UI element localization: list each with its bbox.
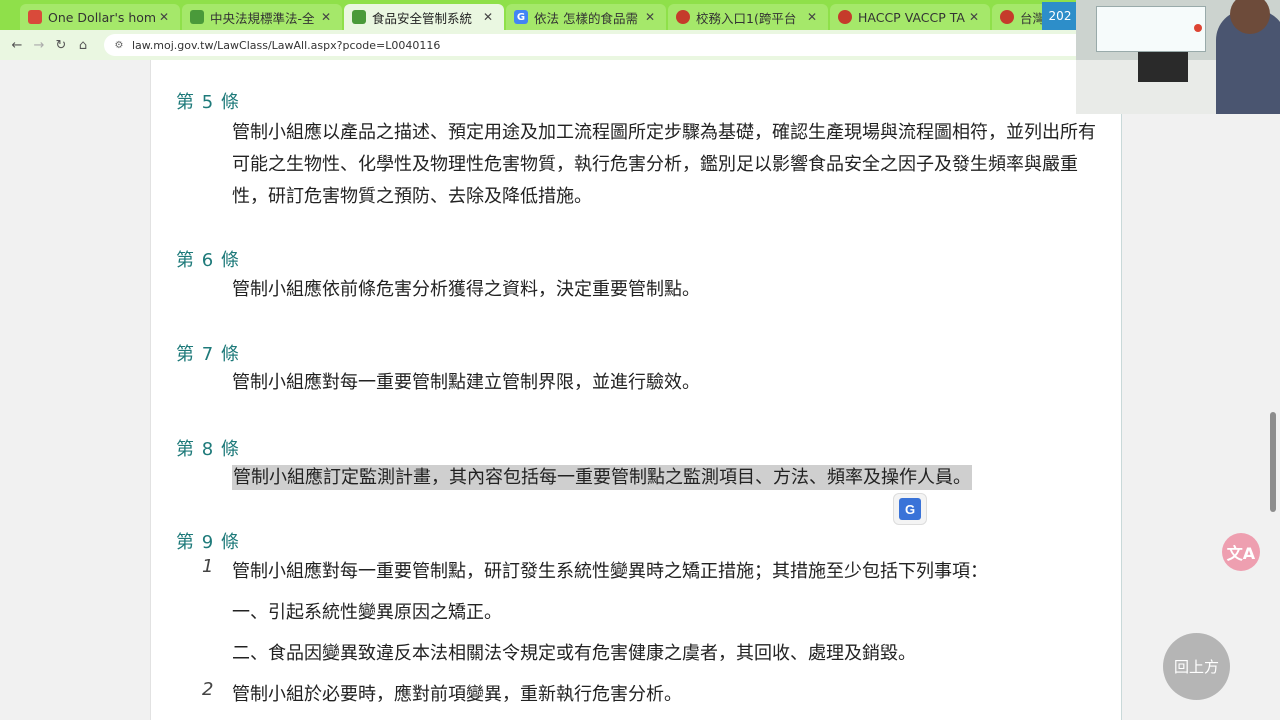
article-number-6: 第 6 條 bbox=[176, 250, 240, 271]
article-text-8: 管制小組應訂定監測計畫，其內容包括每一重要管制點之監測項目、方法、頻率及操作人員… bbox=[232, 462, 1097, 494]
google-translate-icon: G bbox=[899, 498, 921, 520]
equipment-box bbox=[1138, 52, 1188, 82]
tab-title: 依法 怎樣的食品需 bbox=[534, 10, 638, 26]
tab-title: 食品安全管制系統 bbox=[372, 10, 473, 26]
tab-title: HACCP VACCP TA bbox=[858, 9, 965, 25]
article-text-9-item-2: 管制小組於必要時，應對前項變異，重新執行危害分析。 bbox=[232, 684, 682, 705]
green-leaf-icon bbox=[190, 10, 204, 24]
tab-title: One Dollar's hom bbox=[48, 9, 156, 25]
article-text-9-sub-2: 二、食品因變異致違反本法相關法令規定或有危害健康之虞者，其回收、處理及銷毀。 bbox=[232, 643, 916, 664]
home-icon[interactable]: ⌂ bbox=[72, 34, 94, 56]
green-leaf-icon bbox=[352, 10, 366, 24]
red-circle-icon bbox=[1000, 10, 1014, 24]
address-bar[interactable]: ⚙ law.moj.gov.tw/LawClass/LawAll.aspx?pc… bbox=[104, 34, 1104, 56]
tab-title: 台灣通 bbox=[1020, 10, 1044, 26]
forward-icon[interactable]: → bbox=[28, 34, 50, 56]
site-info-icon[interactable]: ⚙ bbox=[112, 38, 126, 52]
tab-google-search[interactable]: G 依法 怎樣的食品需 ✕ bbox=[506, 4, 666, 30]
url-text: law.moj.gov.tw/LawClass/LawAll.aspx?pcod… bbox=[132, 38, 441, 52]
close-icon[interactable]: ✕ bbox=[804, 10, 820, 24]
date-badge: 202 bbox=[1042, 2, 1078, 30]
close-icon[interactable]: ✕ bbox=[966, 10, 982, 24]
translate-accessibility-button[interactable]: 文A bbox=[1222, 533, 1260, 571]
tab-haccp[interactable]: HACCP VACCP TA ✕ bbox=[830, 4, 990, 30]
red-circle-icon bbox=[676, 10, 690, 24]
article-text-9-item-1: 管制小組應對每一重要管制點，研訂發生系統性變異時之矯正措施；其措施至少包括下列事… bbox=[232, 561, 988, 582]
article-text-6: 管制小組應依前條危害分析獲得之資料，決定重要管制點。 bbox=[232, 279, 700, 300]
page-viewport: 第 5 條 管制小組應以產品之描述、預定用途及加工流程圖所定步驟為基礎，確認生產… bbox=[0, 60, 1280, 720]
back-to-top-button[interactable]: 回上方 bbox=[1163, 633, 1230, 700]
back-icon[interactable]: ← bbox=[6, 34, 28, 56]
article-number-5: 第 5 條 bbox=[176, 92, 240, 113]
tab-title: 中央法規標準法-全 bbox=[210, 10, 315, 26]
close-icon[interactable]: ✕ bbox=[480, 10, 496, 24]
tab-food-safety-active[interactable]: 食品安全管制系統 ✕ bbox=[344, 4, 504, 30]
article-number-7: 第 7 條 bbox=[176, 344, 240, 365]
article-text-9-sub-1: 一、引起系統性變異原因之矯正。 bbox=[232, 602, 502, 623]
google-translate-button[interactable]: G bbox=[893, 493, 927, 525]
tab-one-dollar[interactable]: One Dollar's hom ✕ bbox=[20, 4, 180, 30]
close-icon[interactable]: ✕ bbox=[642, 10, 658, 24]
red-lamp bbox=[1194, 24, 1202, 32]
item-number-1: 1 bbox=[202, 556, 214, 577]
tab-school-portal[interactable]: 校務入口1(跨平台 ✕ bbox=[668, 4, 828, 30]
reload-icon[interactable]: ↻ bbox=[50, 34, 72, 56]
article-number-8: 第 8 條 bbox=[176, 439, 240, 460]
webcam-overlay bbox=[1076, 0, 1280, 114]
close-icon[interactable]: ✕ bbox=[318, 10, 334, 24]
close-icon[interactable]: ✕ bbox=[156, 10, 172, 24]
item-number-2: 2 bbox=[202, 679, 214, 700]
article-text-7: 管制小組應對每一重要管制點建立管制界限，並進行驗效。 bbox=[232, 372, 700, 393]
red-square-icon bbox=[28, 10, 42, 24]
whiteboard-screen bbox=[1096, 6, 1206, 52]
scrollbar-thumb[interactable] bbox=[1270, 412, 1276, 512]
red-circle-icon bbox=[838, 10, 852, 24]
tab-regulation-law[interactable]: 中央法規標準法-全 ✕ bbox=[182, 4, 342, 30]
selected-text[interactable]: 管制小組應訂定監測計畫，其內容包括每一重要管制點之監測項目、方法、頻率及操作人員… bbox=[232, 465, 972, 490]
google-g-icon: G bbox=[514, 10, 528, 24]
tab-title: 校務入口1(跨平台 bbox=[696, 10, 797, 26]
article-text-5: 管制小組應以產品之描述、預定用途及加工流程圖所定步驟為基礎，確認生產現場與流程圖… bbox=[232, 122, 1096, 207]
article-number-9: 第 9 條 bbox=[176, 532, 240, 553]
